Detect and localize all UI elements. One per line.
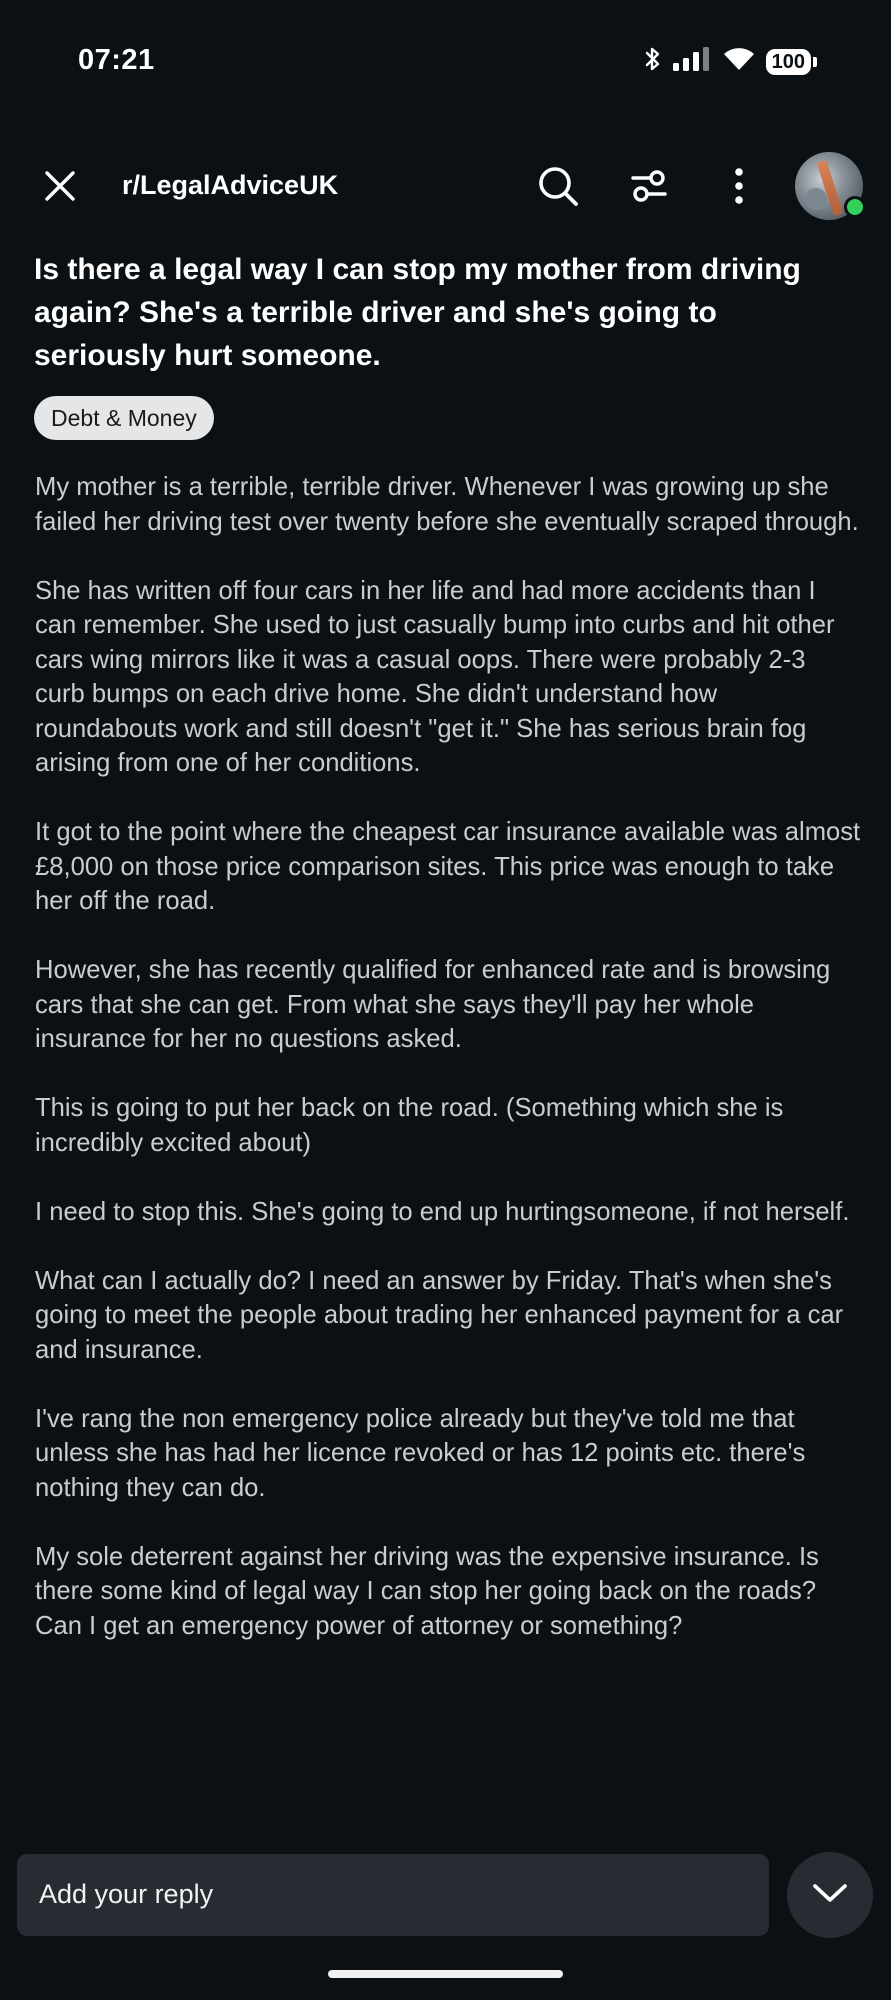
chevron-down-icon [812,1882,848,1909]
filter-button[interactable] [625,164,673,212]
close-button[interactable] [36,164,84,212]
post-paragraph: My sole deterrent against her driving wa… [35,1542,819,1640]
wifi-icon [722,46,756,77]
post-paragraph: What can I actually do? I need an answer… [35,1266,844,1364]
battery-icon: 100 [765,48,817,75]
post-paragraph: I've rang the non emergency police alrea… [35,1404,806,1502]
search-button[interactable] [534,164,582,212]
post-paragraph: She has written off four cars in her lif… [35,576,835,778]
battery-tip [813,56,817,67]
reply-placeholder: Add your reply [39,1879,214,1909]
post-paragraph: I need to stop this. She's going to end … [35,1197,850,1226]
post-body: My mother is a terrible, terrible driver… [35,470,861,1678]
post-flair[interactable]: Debt & Money [34,396,214,440]
more-options-button[interactable] [715,164,763,212]
reply-input[interactable]: Add your reply [17,1854,769,1936]
close-icon [43,169,77,208]
bluetooth-icon [644,46,662,77]
home-indicator[interactable] [328,1970,563,1978]
battery-level: 100 [765,48,811,75]
subreddit-name[interactable]: r/LegalAdviceUK [122,170,338,201]
post-paragraph: My mother is a terrible, terrible driver… [35,473,859,536]
signal-icon [672,46,712,77]
status-bar: 07:21 100 [0,0,891,120]
filter-icon [630,167,668,210]
post-paragraph: However, she has recently qualified for … [35,956,831,1053]
post-paragraph: It got to the point where the cheapest c… [35,818,861,915]
online-status-dot [844,196,866,218]
user-avatar-button[interactable] [795,152,866,222]
scroll-down-button[interactable] [787,1852,873,1938]
search-icon [537,165,579,212]
post-title: Is there a legal way I can stop my mothe… [34,253,801,372]
status-time: 07:21 [78,44,155,76]
more-vertical-icon [734,167,744,210]
post-paragraph: This is going to put her back on the roa… [35,1094,784,1157]
top-app-bar: r/LegalAdviceUK [0,140,891,236]
status-icons: 100 [644,46,817,77]
